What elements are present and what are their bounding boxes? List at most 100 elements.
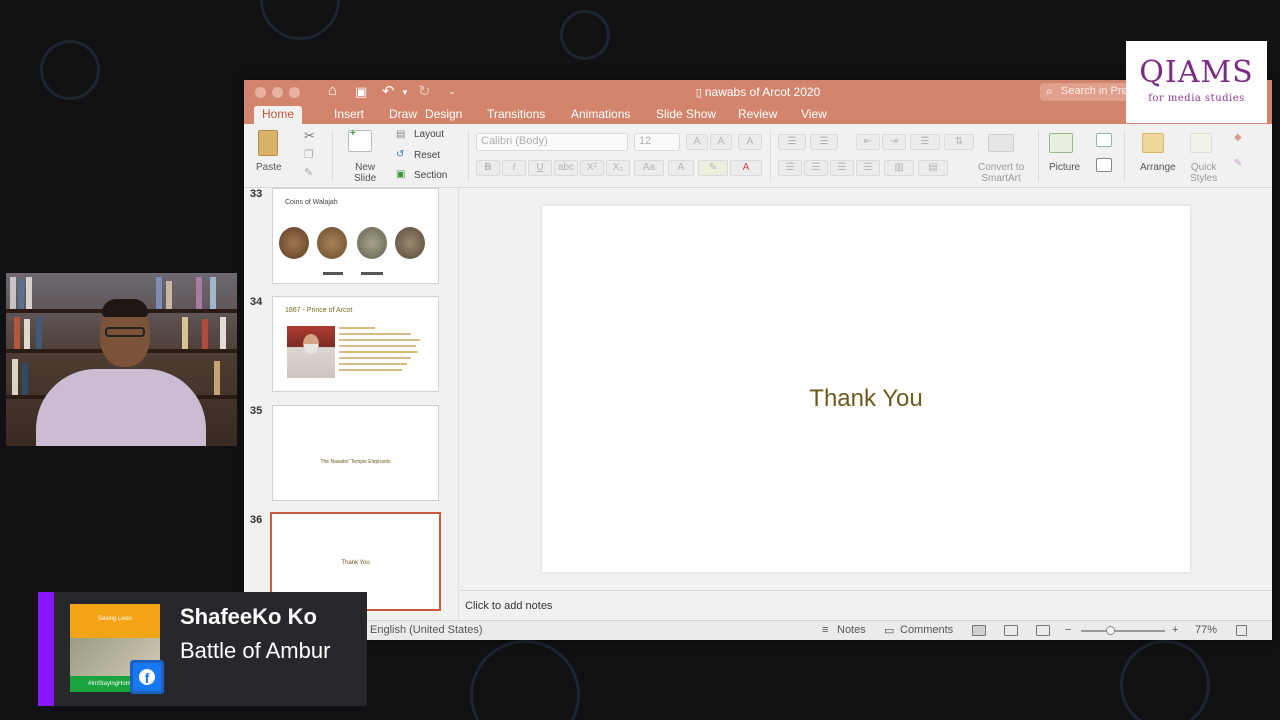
clear-format-button[interactable]: A — [738, 134, 762, 150]
normal-view-icon[interactable] — [972, 625, 986, 636]
align-center-button[interactable]: ☰ — [804, 160, 828, 176]
zoom-slider-handle[interactable] — [1105, 626, 1115, 635]
zoom-level[interactable]: 77% — [1195, 624, 1217, 636]
shape-outline-icon[interactable]: ✎ — [1234, 158, 1242, 169]
book — [10, 277, 16, 309]
arrange-label: Arrange — [1140, 162, 1176, 173]
book — [202, 319, 208, 349]
notes-pane[interactable]: Click to add notes — [460, 590, 1272, 620]
layout-button[interactable]: Layout — [414, 129, 444, 140]
background-decoration — [1120, 640, 1210, 720]
underline-button[interactable]: U — [528, 160, 552, 176]
superscript-button[interactable]: X² — [580, 160, 604, 176]
tab-transitions[interactable]: Transitions — [479, 106, 553, 122]
font-size-select[interactable]: 12 — [634, 133, 680, 151]
lower-third-banner: Saving Lives #ImStayingHome f ShafeeKo K… — [38, 592, 367, 706]
section-button[interactable]: Section — [414, 170, 447, 181]
quick-styles-icon[interactable] — [1190, 133, 1212, 153]
columns-button[interactable]: ▥ — [884, 160, 914, 176]
slide-thumbnail[interactable]: Coins of Walajah — [272, 188, 439, 284]
tab-slide-show[interactable]: Slide Show — [648, 106, 724, 122]
notes-icon: ≡ — [822, 624, 829, 636]
format-painter-icon[interactable]: ✎ — [304, 166, 313, 179]
slide-thumbnail[interactable]: 1867 - Prince of Arcot — [272, 296, 439, 392]
add-icon: + — [350, 128, 356, 139]
bold-button[interactable]: B — [476, 160, 500, 176]
cut-icon[interactable]: ✂ — [304, 128, 315, 144]
book — [22, 363, 28, 395]
highlight-button[interactable]: ✎ — [698, 160, 728, 176]
line-spacing-button[interactable]: ☰ — [910, 134, 940, 150]
zoom-out-icon[interactable]: − — [1065, 624, 1071, 636]
tab-insert[interactable]: Insert — [326, 106, 372, 122]
increase-font-button[interactable]: A — [686, 134, 708, 150]
subscript-button[interactable]: X₂ — [606, 160, 630, 176]
background-decoration — [260, 0, 340, 40]
reading-view-icon[interactable] — [1036, 625, 1050, 636]
tab-home[interactable]: Home — [254, 106, 303, 124]
slide-canvas[interactable]: Thank You — [542, 206, 1190, 572]
decrease-indent-button[interactable]: ⇤ — [856, 134, 880, 150]
font-size-value: 12 — [639, 135, 652, 147]
shapes-icon[interactable] — [1096, 133, 1112, 147]
text-direction-button[interactable]: ⇅ — [944, 134, 974, 150]
change-case-button[interactable]: Aa — [634, 160, 664, 176]
slide-thumbnail[interactable]: The Nawabs' Temple Elephants — [272, 405, 439, 501]
slide-number: 35 — [250, 405, 263, 417]
book — [196, 277, 202, 309]
slide-thumbnail-title: 1867 - Prince of Arcot — [285, 307, 353, 314]
text-effects-button[interactable]: A — [668, 160, 694, 176]
coin-image — [317, 227, 347, 259]
slide-thumbnail-title: Thank You — [341, 560, 370, 566]
webcam-feed — [6, 273, 237, 446]
increase-indent-button[interactable]: ⇥ — [882, 134, 906, 150]
slide-number: 34 — [250, 296, 263, 308]
font-color-button[interactable]: A — [730, 160, 762, 176]
presenter-glasses — [105, 327, 145, 337]
reset-icon: ↺ — [396, 149, 405, 160]
tab-animations[interactable]: Animations — [563, 106, 638, 122]
tab-view[interactable]: View — [793, 106, 835, 122]
justify-button[interactable]: ☰ — [856, 160, 880, 176]
powerpoint-window: ⌂ ▣ ↶ ▼ ↻ ⌄ ▯ nawabs of Arcot 2020 ⌕ Sea… — [244, 80, 1272, 640]
slide-thumbnail-panel[interactable]: 33 Coins of Walajah 34 1867 - Prince of … — [244, 188, 459, 620]
caption-placeholder — [323, 272, 343, 275]
arrange-icon[interactable] — [1142, 133, 1164, 153]
text-box-icon[interactable] — [1096, 158, 1112, 172]
strikethrough-button[interactable]: abc — [554, 160, 578, 176]
notes-placeholder: Click to add notes — [465, 600, 553, 612]
slide-sorter-icon[interactable] — [1004, 625, 1018, 636]
logo-tagline: for media studies — [1148, 93, 1245, 104]
fit-to-window-icon[interactable] — [1236, 625, 1247, 636]
shape-fill-icon[interactable]: ◆ — [1234, 132, 1242, 143]
divider — [770, 130, 771, 182]
book — [214, 361, 220, 395]
zoom-in-icon[interactable]: + — [1172, 624, 1178, 636]
slide-thumbnail-title: Coins of Walajah — [285, 199, 338, 206]
quick-styles-line2: Styles — [1190, 173, 1218, 184]
qiams-logo: QIAMS for media studies — [1126, 41, 1267, 123]
copy-icon[interactable]: ❐ — [304, 148, 314, 161]
align-right-button[interactable]: ☰ — [830, 160, 854, 176]
document-title-text: nawabs of Arcot 2020 — [704, 85, 821, 99]
numbering-button[interactable]: ☰ — [810, 134, 838, 150]
align-text-button[interactable]: ▤ — [918, 160, 948, 176]
notes-button[interactable]: Notes — [837, 624, 866, 636]
tab-design[interactable]: Design — [417, 106, 470, 122]
reset-button[interactable]: Reset — [414, 150, 440, 161]
font-name-value: Calibri (Body) — [481, 135, 548, 147]
zoom-slider[interactable] — [1081, 630, 1165, 632]
italic-button[interactable]: I — [502, 160, 526, 176]
bullets-button[interactable]: ☰ — [778, 134, 806, 150]
slide-title[interactable]: Thank You — [542, 385, 1190, 413]
language-indicator[interactable]: English (United States) — [370, 624, 483, 636]
picture-icon[interactable] — [1049, 133, 1073, 153]
align-left-button[interactable]: ☰ — [778, 160, 802, 176]
coin-image — [357, 227, 387, 259]
paste-icon[interactable] — [258, 130, 278, 156]
smartart-icon[interactable] — [988, 134, 1014, 152]
font-name-select[interactable]: Calibri (Body) — [476, 133, 628, 151]
comments-button[interactable]: Comments — [900, 624, 953, 636]
decrease-font-button[interactable]: A — [710, 134, 732, 150]
tab-review[interactable]: Review — [730, 106, 785, 122]
